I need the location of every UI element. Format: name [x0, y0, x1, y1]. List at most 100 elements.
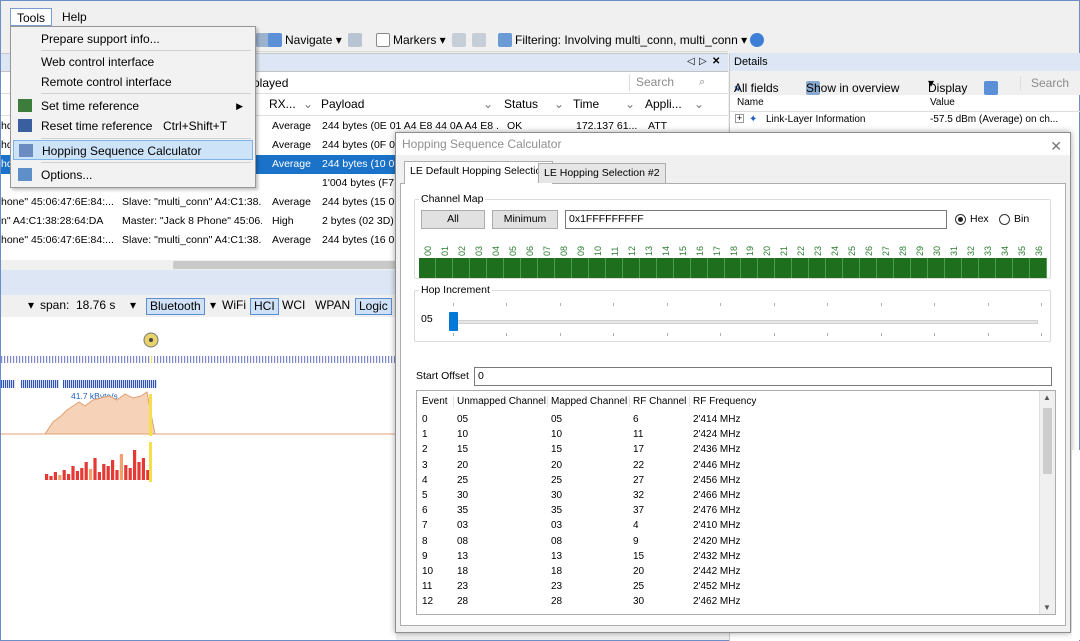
- tab-next-icon[interactable]: ▷: [699, 56, 707, 67]
- sequence-col-header[interactable]: Unmapped Channel: [453, 396, 546, 407]
- col-time-sort-icon[interactable]: ⌄: [625, 97, 635, 111]
- filtering-button[interactable]: Filtering: Involving multi_conn, multi_c…: [498, 31, 747, 49]
- hex-radio[interactable]: [955, 214, 966, 225]
- filter-logic[interactable]: Logic: [355, 298, 392, 315]
- menu-item-options[interactable]: Options...: [13, 165, 253, 185]
- hop-increment-track[interactable]: [450, 320, 1038, 324]
- channel-cell[interactable]: [979, 258, 997, 278]
- channel-cell[interactable]: [724, 258, 742, 278]
- sequence-row[interactable]: 7 03 03 4 2'410 MHz: [417, 519, 1037, 534]
- menu-item-prepare-support[interactable]: Prepare support info...: [13, 29, 253, 49]
- tab-le-hopping-2[interactable]: LE Hopping Selection #2: [538, 163, 666, 183]
- channel-cell[interactable]: [1013, 258, 1031, 278]
- channel-cell[interactable]: [826, 258, 844, 278]
- channel-cell[interactable]: [843, 258, 861, 278]
- channel-cell[interactable]: [419, 258, 436, 278]
- sequence-col-header[interactable]: RF Channel: [629, 396, 686, 407]
- channel-cell[interactable]: [639, 258, 657, 278]
- markers-button[interactable]: Markers ▾: [376, 31, 446, 49]
- channel-cell[interactable]: [571, 258, 589, 278]
- channel-cell[interactable]: [605, 258, 623, 278]
- sequence-row[interactable]: 11 23 23 25 2'452 MHz: [417, 580, 1037, 595]
- col-status[interactable]: Status: [504, 97, 538, 111]
- sequence-row[interactable]: 2 15 15 17 2'436 MHz: [417, 443, 1037, 458]
- channel-cell[interactable]: [928, 258, 946, 278]
- channel-cell[interactable]: [503, 258, 521, 278]
- channel-cell[interactable]: [469, 258, 487, 278]
- scroll-down-icon[interactable]: ▼: [1043, 603, 1051, 612]
- tab-le-default[interactable]: LE Default Hopping Selection: [404, 161, 554, 184]
- sequence-row[interactable]: 4 25 25 27 2'456 MHz: [417, 474, 1037, 489]
- scroll-up-icon[interactable]: ▲: [1043, 393, 1051, 402]
- channel-map-input[interactable]: 0x1FFFFFFFFF: [565, 210, 947, 229]
- search-options-icon[interactable]: ⌕: [699, 76, 705, 89]
- channel-cell[interactable]: [588, 258, 606, 278]
- close-icon[interactable]: ✕: [1050, 135, 1062, 157]
- channel-cell[interactable]: [486, 258, 504, 278]
- tab-prev-icon[interactable]: ◁: [687, 56, 695, 67]
- col-name[interactable]: Name: [737, 97, 764, 108]
- col-app-sort-icon[interactable]: ⌄: [694, 97, 704, 111]
- scroll-thumb[interactable]: [1043, 408, 1052, 474]
- sequence-table-scrollbar[interactable]: ▲ ▼: [1039, 391, 1055, 614]
- all-button[interactable]: All: [421, 210, 485, 229]
- grid-search-input[interactable]: Search: [629, 74, 693, 91]
- sequence-row[interactable]: 12 28 28 30 2'462 MHz: [417, 595, 1037, 610]
- channel-cell[interactable]: [877, 258, 895, 278]
- close-icon[interactable]: ✕: [712, 56, 720, 67]
- span-value-arrow[interactable]: ▾: [127, 298, 139, 315]
- sequence-row[interactable]: 8 08 08 9 2'420 MHz: [417, 535, 1037, 550]
- channel-cell[interactable]: [775, 258, 793, 278]
- channel-cell[interactable]: [741, 258, 759, 278]
- display-button[interactable]: Display ▾: [928, 76, 967, 95]
- channel-cell[interactable]: [520, 258, 538, 278]
- col-time[interactable]: Time: [573, 97, 599, 111]
- channel-cell[interactable]: [894, 258, 912, 278]
- channel-cell[interactable]: [554, 258, 572, 278]
- menu-help[interactable]: Help: [56, 8, 93, 26]
- bookmark-icon[interactable]: [348, 31, 362, 49]
- span-value[interactable]: 18.76 s: [73, 298, 118, 315]
- details-row[interactable]: + ✦ Link-Layer Information -57.5 dBm (Av…: [730, 112, 1080, 129]
- sequence-col-header[interactable]: Event: [422, 396, 448, 407]
- sequence-col-header[interactable]: Mapped Channel: [547, 396, 627, 407]
- expand-icon[interactable]: +: [735, 114, 744, 123]
- channel-cell[interactable]: [656, 258, 674, 278]
- channel-cell[interactable]: [690, 258, 708, 278]
- menu-item-web-control[interactable]: Web control interface: [13, 52, 253, 72]
- channel-cell[interactable]: [435, 258, 453, 278]
- channel-cell[interactable]: [911, 258, 929, 278]
- sequence-row[interactable]: 0 05 05 6 2'414 MHz: [417, 413, 1037, 428]
- refresh-icon[interactable]: [750, 31, 764, 49]
- minimum-button[interactable]: Minimum: [492, 210, 558, 229]
- menu-item-set-time-reference[interactable]: Set time reference ▶: [13, 96, 253, 116]
- channel-cell[interactable]: [996, 258, 1014, 278]
- filter-wci[interactable]: WCI: [279, 298, 308, 315]
- menu-item-reset-time-reference[interactable]: Reset time reference Ctrl+Shift+T: [13, 116, 253, 136]
- filter-hci[interactable]: HCI: [250, 298, 279, 315]
- col-value[interactable]: Value: [930, 97, 955, 108]
- navigate-button[interactable]: Navigate ▾: [268, 31, 342, 49]
- sequence-row[interactable]: 10 18 18 20 2'442 MHz: [417, 565, 1037, 580]
- col-rx[interactable]: RX...: [269, 97, 296, 111]
- col-status-sort-icon[interactable]: ⌄: [554, 97, 564, 111]
- col-payload[interactable]: Payload: [321, 97, 364, 111]
- col-rx-sort-icon[interactable]: ⌄: [303, 97, 313, 111]
- channel-cell[interactable]: [809, 258, 827, 278]
- channel-cell[interactable]: [792, 258, 810, 278]
- sequence-row[interactable]: 3 20 20 22 2'446 MHz: [417, 459, 1037, 474]
- channel-cell[interactable]: [673, 258, 691, 278]
- hop-increment-slider[interactable]: [449, 312, 458, 331]
- next-marker-icon[interactable]: [472, 31, 486, 49]
- menu-item-remote-control[interactable]: Remote control interface: [13, 72, 253, 92]
- channel-cell[interactable]: [1030, 258, 1047, 278]
- bluetooth-arrow[interactable]: ▾: [207, 298, 219, 315]
- channel-cell[interactable]: [537, 258, 555, 278]
- channel-cell[interactable]: [452, 258, 470, 278]
- channel-cell[interactable]: [758, 258, 776, 278]
- channel-cell[interactable]: [707, 258, 725, 278]
- filter-wifi[interactable]: WiFi: [219, 298, 249, 315]
- sequence-row[interactable]: 9 13 13 15 2'432 MHz: [417, 550, 1037, 565]
- sequence-row[interactable]: 6 35 35 37 2'476 MHz: [417, 504, 1037, 519]
- col-payload-sort-icon[interactable]: ⌄: [483, 97, 493, 111]
